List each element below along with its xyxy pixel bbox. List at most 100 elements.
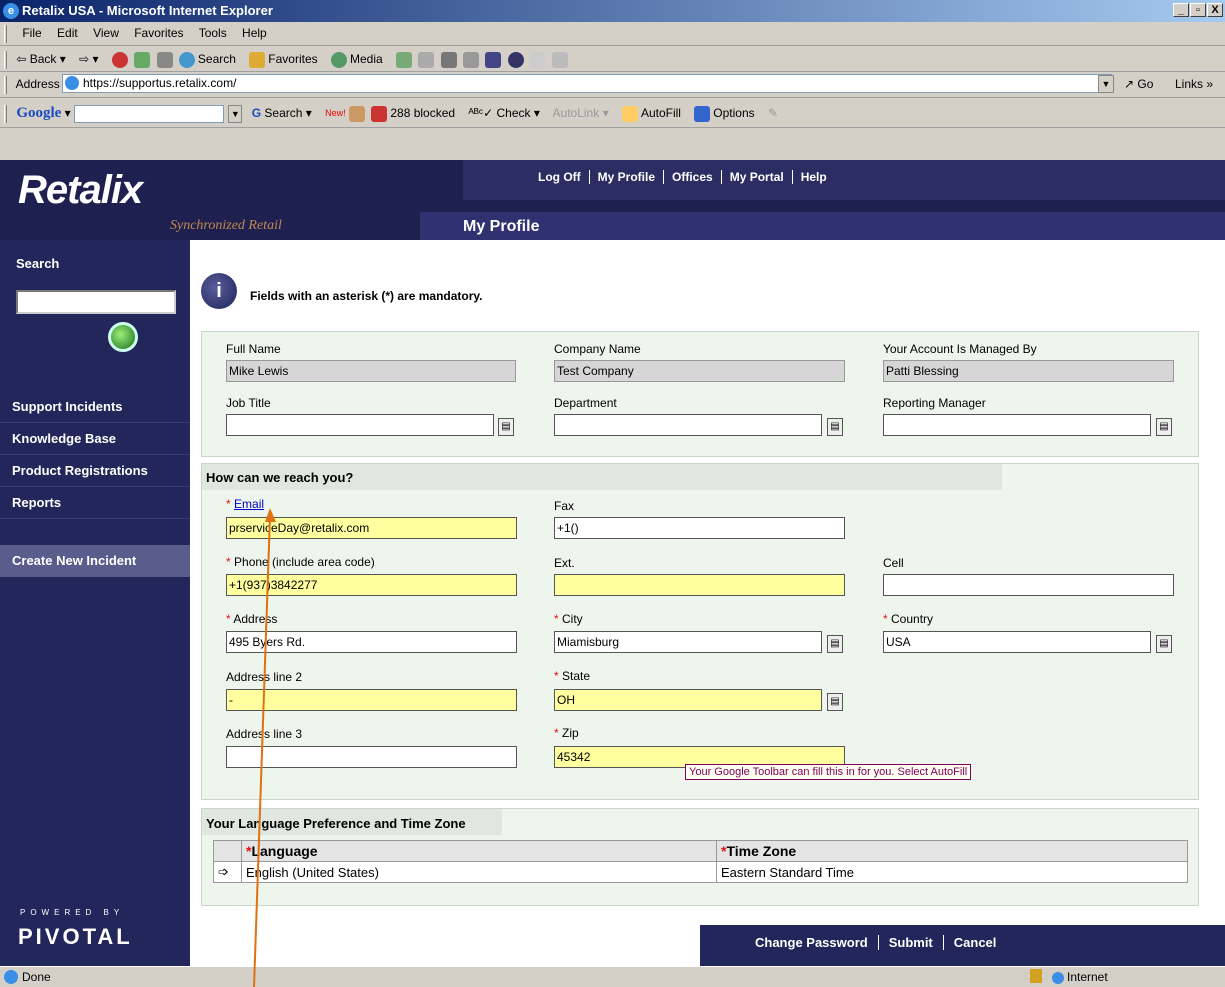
address-input[interactable]: 495 Byers Rd. [226, 631, 517, 653]
toolbar-grip[interactable] [4, 24, 7, 43]
spellcheck-button[interactable]: ᴬᴮᶜ✓ Check ▾ [468, 106, 539, 120]
globe-icon [1052, 971, 1064, 984]
profile-panel [201, 331, 1199, 457]
language-cell[interactable]: English (United States) [241, 861, 717, 883]
nav-log-off[interactable]: Log Off [530, 170, 590, 184]
toolbar-grip[interactable] [4, 104, 7, 123]
popup-blocker-button[interactable]: 288 blocked [371, 105, 455, 122]
highlighter-icon[interactable]: ✎ [768, 106, 778, 120]
state-input[interactable]: OH [554, 689, 822, 711]
google-dropdown-arrow[interactable]: ▼ [228, 104, 243, 123]
ext-input[interactable] [554, 574, 845, 596]
links-button[interactable]: Links » [1175, 72, 1213, 96]
history-icon[interactable] [396, 51, 413, 68]
toolbar-grip[interactable] [4, 50, 7, 69]
sidebar-item-product-registrations[interactable]: Product Registrations [12, 463, 148, 478]
google-search-button[interactable]: G Search ▾ [252, 106, 312, 120]
menu-edit[interactable]: Edit [57, 26, 78, 40]
sidebar-item-support-incidents[interactable]: Support Incidents [12, 399, 123, 414]
department-lookup-icon[interactable]: ▤ [827, 418, 843, 436]
department-input[interactable] [554, 414, 822, 436]
links-label: Links [1175, 77, 1204, 91]
sidebar-item-reports[interactable]: Reports [12, 495, 61, 510]
close-button[interactable]: X [1207, 3, 1223, 17]
autofill-button[interactable]: AutoFill [621, 105, 681, 122]
media-button[interactable]: Media [331, 51, 383, 68]
address-dropdown-arrow[interactable]: ▼ [1098, 75, 1114, 93]
cell-input[interactable] [883, 574, 1174, 596]
favorites-button[interactable]: Favorites [249, 51, 318, 68]
maximize-button[interactable]: ▫ [1190, 3, 1206, 17]
mail-icon[interactable] [418, 51, 435, 68]
row-arrow-icon: ➩ [213, 861, 242, 883]
address2-input[interactable]: - [226, 689, 517, 711]
retalix-logo[interactable]: Retalix [18, 168, 143, 213]
discuss-icon[interactable] [485, 51, 502, 68]
language-column-label: Language [251, 843, 318, 859]
print-icon[interactable] [440, 51, 457, 68]
job-title-lookup-icon[interactable]: ▤ [498, 418, 514, 436]
city-input[interactable]: Miamisburg [554, 631, 822, 653]
page-icon [65, 76, 79, 90]
google-search-input[interactable] [74, 104, 225, 123]
fax-input[interactable]: +1() [554, 517, 845, 539]
media-label: Media [350, 52, 383, 66]
country-input[interactable]: USA [883, 631, 1151, 653]
nav-my-profile[interactable]: My Profile [590, 170, 665, 184]
language-column-header[interactable]: *Language [241, 840, 717, 862]
menu-file[interactable]: File [22, 26, 41, 40]
toolbar-grip[interactable] [4, 75, 7, 94]
email-input[interactable]: prserviceDay@retalix.com [226, 517, 517, 539]
news-icon[interactable] [349, 105, 366, 122]
required-marker: * [226, 555, 231, 569]
address-input[interactable]: https://supportus.retalix.com/ [62, 74, 1112, 93]
stop-icon[interactable] [111, 51, 128, 68]
address-bar: Address https://supportus.retalix.com/ ▼… [0, 72, 1225, 98]
sidebar-search-input[interactable] [16, 290, 176, 314]
sidebar-item-knowledge-base[interactable]: Knowledge Base [12, 431, 116, 446]
search-button[interactable]: Search [178, 51, 236, 68]
google-g-icon: G [251, 106, 262, 120]
nav-help[interactable]: Help [793, 170, 835, 184]
timezone-column-header[interactable]: *Time Zone [716, 840, 1188, 862]
country-lookup-icon[interactable]: ▤ [1156, 635, 1172, 653]
email-link[interactable]: Email [234, 497, 264, 511]
nav-offices[interactable]: Offices [664, 170, 722, 184]
edit-icon[interactable] [463, 51, 480, 68]
minimize-button[interactable]: _ [1173, 3, 1189, 17]
reporting-manager-input[interactable] [883, 414, 1151, 436]
research-icon[interactable] [530, 51, 547, 68]
cancel-button[interactable]: Cancel [944, 935, 1007, 950]
google-logo[interactable]: Google [16, 105, 61, 121]
address3-input[interactable] [226, 746, 517, 768]
options-button[interactable]: Options [694, 105, 755, 122]
pivotal-logo: PIVOTAL [18, 924, 133, 949]
change-password-button[interactable]: Change Password [745, 935, 879, 950]
reporting-manager-lookup-icon[interactable]: ▤ [1156, 418, 1172, 436]
submit-button[interactable]: Submit [879, 935, 944, 950]
home-icon[interactable] [156, 51, 173, 68]
nav-my-portal[interactable]: My Portal [722, 170, 793, 184]
state-lookup-icon[interactable]: ▤ [827, 693, 843, 711]
messenger-icon[interactable] [507, 51, 524, 68]
city-lookup-icon[interactable]: ▤ [827, 635, 843, 653]
refresh-icon[interactable] [134, 51, 151, 68]
job-title-input[interactable] [226, 414, 494, 436]
forward-button[interactable]: ⇨ ▾ [79, 52, 98, 66]
menu-view[interactable]: View [93, 26, 119, 40]
table-row[interactable]: ➩ English (United States) Eastern Standa… [213, 861, 1188, 883]
user-icon[interactable] [552, 51, 569, 68]
phone-input[interactable]: +1(937)3842277 [226, 574, 517, 596]
address-label-text: Address [233, 612, 278, 626]
autolink-button[interactable]: AutoLink ▾ [553, 106, 609, 120]
menu-tools[interactable]: Tools [199, 26, 227, 40]
back-button[interactable]: ⇦ Back ▾ [16, 52, 65, 66]
menu-help[interactable]: Help [242, 26, 267, 40]
search-go-icon[interactable] [108, 322, 138, 352]
menu-favorites[interactable]: Favorites [134, 26, 183, 40]
required-marker: * [554, 726, 559, 740]
check-label: Check [496, 106, 531, 120]
timezone-cell[interactable]: Eastern Standard Time [716, 861, 1188, 883]
autofill-icon [621, 105, 638, 122]
go-button[interactable]: ↗ Go [1124, 72, 1153, 96]
